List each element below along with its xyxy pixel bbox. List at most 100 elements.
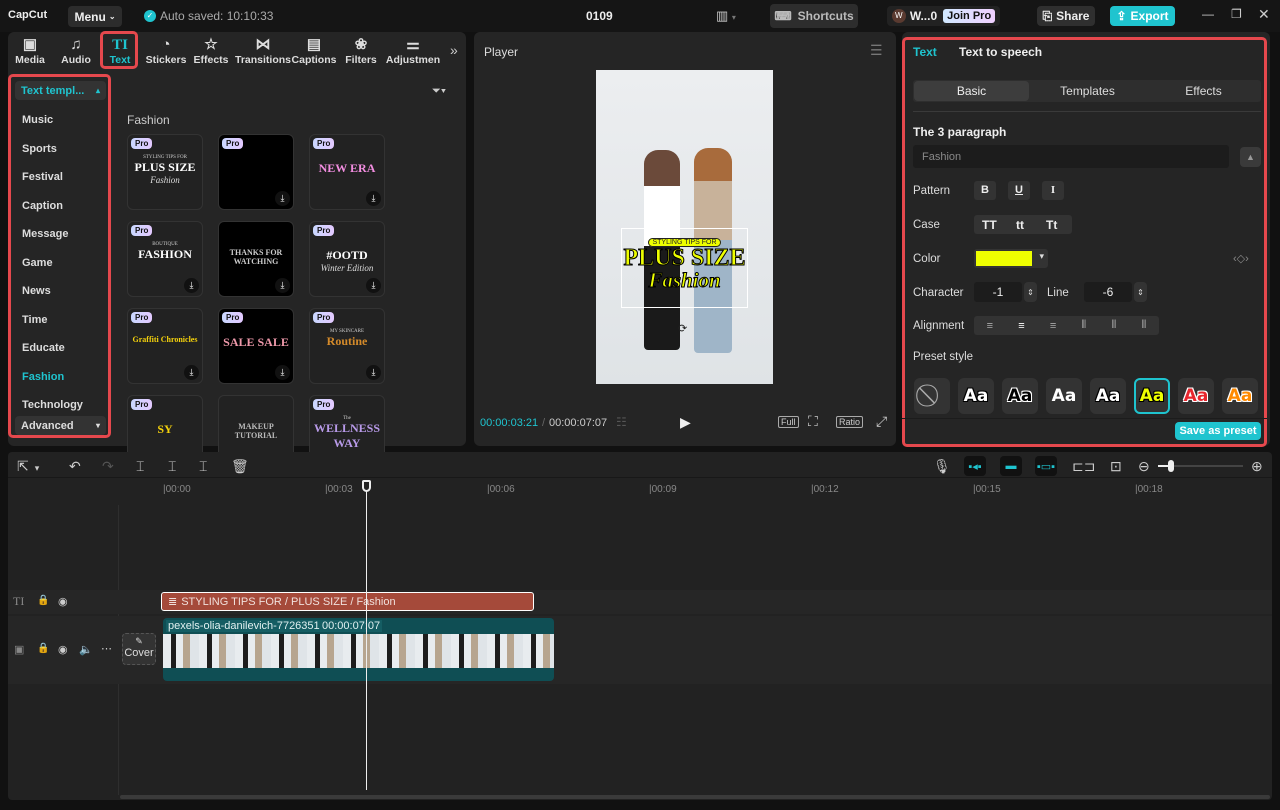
sidebar-item-news[interactable]: News — [22, 285, 51, 297]
download-icon[interactable]: ⤓ — [184, 365, 199, 380]
tab-audio[interactable]: ♫ Audio — [52, 36, 100, 66]
eye-icon[interactable]: ◉ — [58, 643, 68, 656]
sidebar-item-educate[interactable]: Educate — [22, 342, 65, 354]
vertical-center-icon[interactable]: ⦀ — [1111, 319, 1116, 332]
subtab-templates[interactable]: Templates — [1030, 81, 1145, 101]
more-icon[interactable]: ⋯ — [101, 642, 112, 655]
horizontal-scrollbar[interactable] — [120, 795, 1270, 799]
zoom-slider[interactable] — [1158, 460, 1243, 472]
timeline-grid-icon[interactable]: ☷ — [616, 415, 627, 429]
preset-style-7[interactable]: Aa — [1222, 378, 1258, 414]
download-icon[interactable]: ⤓ — [366, 278, 381, 293]
microphone-icon[interactable]: 🎙 — [933, 458, 951, 475]
subtab-basic[interactable]: Basic — [914, 81, 1029, 101]
template-card[interactable]: Pro ⤓ — [218, 134, 294, 210]
maximize-button[interactable]: ❐ — [1231, 7, 1242, 21]
align-right-icon[interactable]: ≡ — [1050, 320, 1056, 332]
playhead[interactable] — [361, 480, 371, 790]
tab-text[interactable]: TI Text — [96, 36, 144, 66]
sidebar-item-sports[interactable]: Sports — [22, 143, 57, 155]
preset-none[interactable]: ⃠ — [914, 378, 950, 414]
align-left-icon[interactable]: ≡ — [987, 320, 993, 332]
tab-media[interactable]: ▣ Media — [6, 36, 54, 66]
italic-button[interactable]: I — [1042, 181, 1064, 200]
cover-button[interactable]: ✎ Cover — [122, 633, 156, 665]
auto-snap-icon[interactable]: ▬ — [1000, 456, 1022, 476]
download-icon[interactable]: ⤓ — [366, 191, 381, 206]
preset-style-4[interactable]: Aa — [1090, 378, 1126, 414]
template-card[interactable]: BOUTIQUE FASHION Pro ⤓ — [127, 221, 203, 297]
eye-icon[interactable]: ◉ — [58, 595, 68, 608]
vertical-top-icon[interactable]: ⦀ — [1081, 319, 1086, 332]
menu-button[interactable]: Menu ⌄ — [68, 6, 122, 27]
sidebar-item-fashion[interactable]: Fashion — [22, 371, 64, 383]
preview-axis-icon[interactable]: ⊏⊐ — [1072, 458, 1095, 475]
more-tabs-icon[interactable]: » — [450, 42, 458, 58]
close-button[interactable]: ✕ — [1258, 6, 1270, 23]
zoom-out-icon[interactable]: ⊖ — [1138, 458, 1150, 475]
video-clip[interactable]: pexels-olia-danilevich-7726351 00:00:07:… — [163, 618, 554, 681]
share-button[interactable]: ⎘ Share — [1037, 6, 1095, 26]
tab-transitions[interactable]: ⋈ Transitions — [234, 36, 292, 66]
collapse-up-icon[interactable]: ▲ — [1240, 147, 1261, 167]
split-left-icon[interactable]: ⌶ — [168, 458, 176, 475]
tab-effects[interactable]: ☆ Effects — [187, 36, 235, 66]
magnet-main-track-icon[interactable]: ▪◂▪ — [964, 456, 986, 476]
rotate-handle-icon[interactable]: ⟳ — [678, 322, 687, 335]
template-card[interactable]: NEW ERA Pro ⤓ — [309, 134, 385, 210]
tab-stickers[interactable]: ◔ Stickers — [142, 36, 190, 66]
text-selection-box[interactable]: STYLING TIPS FOR PLUS SIZE Fashion — [621, 228, 748, 308]
ratio-button[interactable]: Ratio — [836, 416, 864, 428]
filter-icon[interactable]: ⏷▾ — [432, 85, 446, 98]
fullscreen-icon[interactable]: ⤢ — [876, 413, 887, 430]
sidebar-item-festival[interactable]: Festival — [22, 171, 63, 183]
download-icon[interactable]: ⤓ — [275, 278, 290, 293]
select-tool-icon[interactable]: ⇱ ▾ — [17, 458, 39, 475]
lock-icon[interactable]: 🔒 — [37, 643, 49, 654]
play-button[interactable]: ▶ — [680, 414, 691, 431]
keyframe-icon[interactable]: ‹◇› — [1233, 252, 1249, 265]
redo-icon[interactable]: ↷ — [102, 458, 114, 475]
lock-icon[interactable]: 🔒 — [37, 595, 49, 606]
underline-button[interactable]: U — [1008, 181, 1030, 200]
tab-text-to-speech[interactable]: Text to speech — [959, 45, 1042, 59]
subtab-effects[interactable]: Effects — [1146, 81, 1261, 101]
character-spacing-input[interactable]: -1 — [974, 282, 1022, 302]
undo-icon[interactable]: ↶ — [69, 458, 81, 475]
sidebar-advanced[interactable]: Advanced ▾ — [15, 416, 106, 435]
split-right-icon[interactable]: ⌶ — [199, 458, 207, 475]
sidebar-item-text-templates[interactable]: Text templ... ▴ — [15, 81, 106, 100]
line-stepper[interactable]: ⇕ — [1134, 282, 1147, 302]
tab-filters[interactable]: ❀ Filters — [337, 36, 385, 66]
zoom-to-fit-icon[interactable]: ⊡ — [1110, 458, 1122, 475]
preset-style-3[interactable]: Aa — [1046, 378, 1082, 414]
shortcuts-button[interactable]: ⌨ Shortcuts — [770, 4, 858, 28]
sidebar-item-caption[interactable]: Caption — [22, 200, 63, 212]
player-menu-icon[interactable]: ☰ — [870, 42, 883, 59]
download-icon[interactable]: ⤓ — [275, 365, 290, 380]
color-picker[interactable]: ▾ — [974, 249, 1048, 268]
preset-style-1[interactable]: Aa — [958, 378, 994, 414]
sidebar-item-music[interactable]: Music — [22, 114, 53, 126]
align-center-icon[interactable]: ≡ — [1018, 320, 1024, 332]
text-clip[interactable]: ≣ STYLING TIPS FOR / PLUS SIZE / Fashion — [161, 592, 534, 611]
line-spacing-input[interactable]: -6 — [1084, 282, 1132, 302]
text-input[interactable]: Fashion — [913, 145, 1229, 168]
download-icon[interactable]: ⤓ — [366, 365, 381, 380]
sidebar-item-technology[interactable]: Technology — [22, 399, 83, 411]
preset-style-6[interactable]: Aa — [1178, 378, 1214, 414]
sidebar-item-message[interactable]: Message — [22, 228, 68, 240]
vertical-bottom-icon[interactable]: ⦀ — [1141, 319, 1146, 332]
titlecase-button[interactable]: Tt — [1046, 218, 1057, 232]
sidebar-item-time[interactable]: Time — [22, 314, 47, 326]
minimize-button[interactable]: — — [1202, 7, 1214, 21]
template-card[interactable]: Graffiti Chronicles Pro ⤓ — [127, 308, 203, 384]
fit-icon[interactable]: ⛶ — [808, 413, 818, 430]
download-icon[interactable]: ⤓ — [184, 278, 199, 293]
zoom-in-icon[interactable]: ⊕ — [1251, 458, 1263, 475]
character-stepper[interactable]: ⇕ — [1024, 282, 1037, 302]
split-icon[interactable]: ⌶ — [136, 458, 144, 475]
bold-button[interactable]: B — [974, 181, 996, 200]
lowercase-button[interactable]: tt — [1016, 218, 1024, 232]
tab-text-inspector[interactable]: Text — [913, 45, 937, 59]
